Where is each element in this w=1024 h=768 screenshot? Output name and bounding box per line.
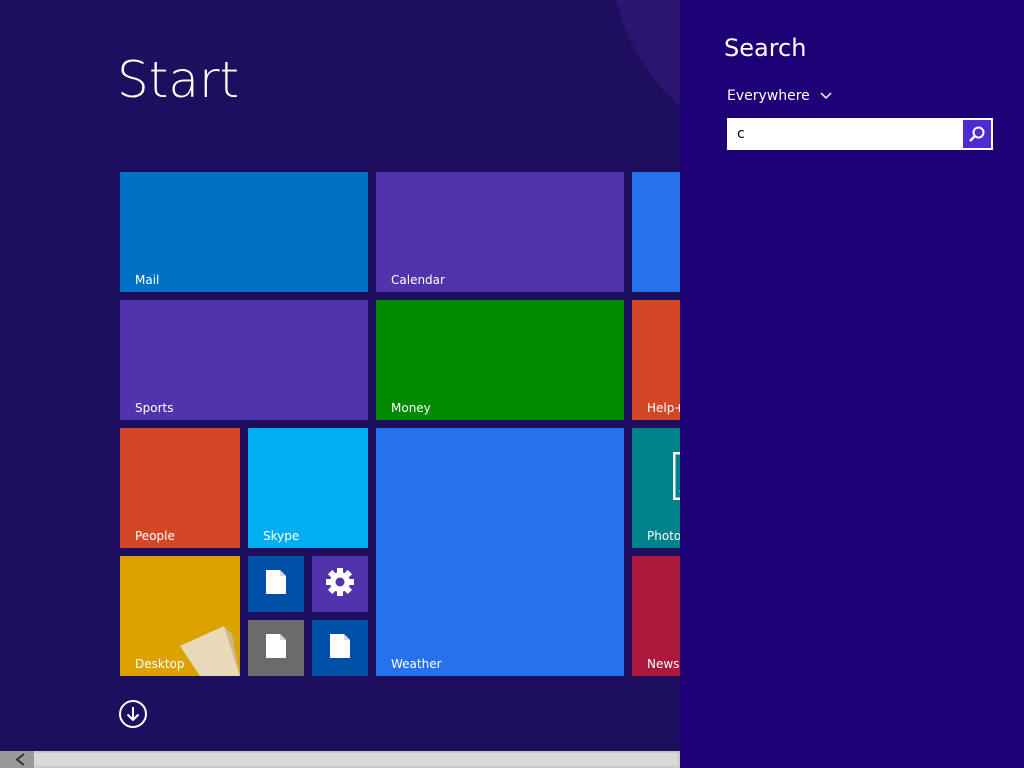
tile-calendar[interactable]: Calendar	[376, 172, 624, 292]
tile-skype-label: Skype	[263, 529, 300, 543]
start-title: Start	[117, 51, 240, 109]
photo-icon	[672, 451, 680, 504]
search-input[interactable]	[729, 120, 963, 148]
chevron-left-icon	[15, 753, 25, 766]
tile-weather-label: Weather	[391, 657, 442, 671]
document-icon	[265, 633, 287, 663]
tile-money-label: Money	[391, 401, 431, 415]
tile-help-label: Help+	[647, 401, 680, 415]
scroll-left-button[interactable]	[0, 751, 34, 768]
all-apps-button[interactable]	[119, 700, 147, 728]
gear-icon	[325, 567, 355, 601]
windows-start-screen: Start Mail Calendar Sports Money Help+ P…	[0, 0, 1024, 768]
search-scope-dropdown[interactable]: Everywhere	[727, 86, 834, 106]
tile-document-1[interactable]	[248, 556, 304, 612]
tile-sports[interactable]: Sports	[120, 300, 368, 420]
tile-partial-blue[interactable]	[632, 172, 680, 292]
chevron-down-icon	[820, 92, 832, 100]
search-pane: Search Everywhere	[680, 0, 1024, 768]
horizontal-scrollbar[interactable]	[0, 751, 680, 768]
tile-news-label: News	[647, 657, 680, 671]
tile-help[interactable]: Help+	[632, 300, 680, 420]
tile-document-2[interactable]	[248, 620, 304, 676]
tile-people[interactable]: People	[120, 428, 240, 548]
tile-people-label: People	[135, 529, 175, 543]
arrow-down-circle-icon	[126, 707, 140, 722]
scrollbar-thumb[interactable]	[34, 753, 678, 766]
search-box	[727, 118, 993, 150]
tile-calendar-label: Calendar	[391, 273, 445, 287]
start-screen-area: Start Mail Calendar Sports Money Help+ P…	[0, 0, 680, 768]
tile-weather[interactable]: Weather	[376, 428, 624, 676]
tile-desktop-label: Desktop	[135, 657, 185, 671]
tile-settings[interactable]	[312, 556, 368, 612]
tile-photos[interactable]: Photo	[632, 428, 680, 548]
tile-skype[interactable]: Skype	[248, 428, 368, 548]
tile-news[interactable]: News	[632, 556, 680, 676]
tile-document-3[interactable]	[312, 620, 368, 676]
magnifier-icon	[969, 126, 985, 142]
tile-mail[interactable]: Mail	[120, 172, 368, 292]
search-title: Search	[724, 34, 807, 62]
search-button[interactable]	[963, 120, 991, 148]
tile-sports-label: Sports	[135, 401, 174, 415]
tile-desktop[interactable]: Desktop	[120, 556, 240, 676]
tile-mail-label: Mail	[135, 273, 160, 287]
tile-photos-label: Photo	[647, 529, 680, 543]
search-scope-label: Everywhere	[727, 88, 810, 104]
document-icon	[265, 569, 287, 599]
background-arc	[610, 0, 680, 160]
tile-money[interactable]: Money	[376, 300, 624, 420]
document-icon	[329, 633, 351, 663]
